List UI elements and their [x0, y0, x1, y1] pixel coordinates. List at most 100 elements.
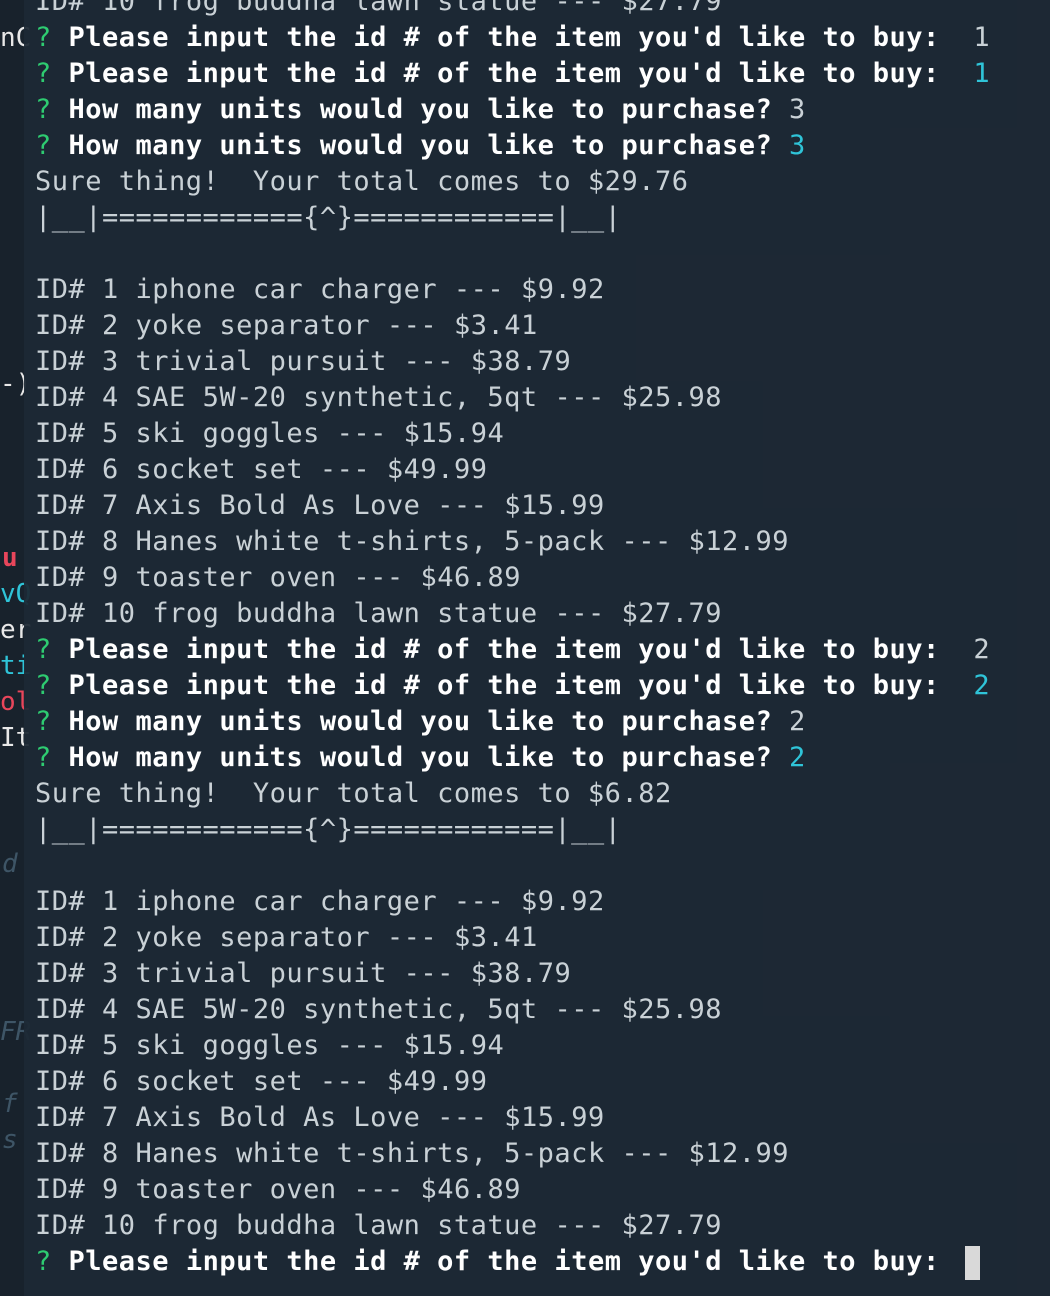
text-cursor[interactable] [964, 1245, 980, 1280]
product-name: Hanes white t-shirts, 5-pack [135, 1138, 605, 1169]
confirmed-answer: 2 [789, 742, 806, 773]
separator: --- [437, 1102, 488, 1133]
editor-fragment: s [2, 1125, 18, 1155]
product-price: $49.99 [386, 1066, 488, 1097]
product-name: Axis Bold As Love [135, 1102, 421, 1133]
prompt-text: How many units would you like to purchas… [68, 94, 773, 125]
product-id: ID# 3 [35, 958, 119, 989]
prompt-line: ? Please input the id # of the item you'… [35, 20, 990, 56]
separator: --- [336, 418, 387, 449]
separator: --- [386, 922, 438, 953]
terminal-output: ID# 10 frog buddha lawn statue --- $27.7… [35, 0, 990, 1280]
product-name: iphone car charger [135, 274, 438, 305]
separator: --- [554, 598, 605, 629]
product-price: $49.99 [386, 454, 488, 485]
product-line: ID# 7 Axis Bold As Love --- $15.99 [35, 488, 990, 524]
separator: --- [336, 1030, 387, 1061]
editor-fragment: d [2, 849, 18, 879]
question-mark-icon: ? [35, 670, 52, 701]
prompt-line: ? How many units would you like to purch… [35, 128, 990, 164]
separator: --- [554, 1210, 605, 1241]
product-line: ID# 1 iphone car charger --- $9.92 [35, 884, 990, 920]
prompt-text: Please input the id # of the item you'd … [68, 22, 940, 53]
product-line: ID# 4 SAE 5W-20 synthetic, 5qt --- $25.9… [35, 380, 990, 416]
product-line: ID# 6 socket set --- $49.99 [35, 1064, 990, 1100]
prompt-line: ? How many units would you like to purch… [35, 740, 990, 776]
question-mark-icon: ? [35, 742, 52, 773]
question-mark-icon: ? [35, 22, 52, 53]
product-price: $38.79 [470, 958, 572, 989]
product-line: ID# 8 Hanes white t-shirts, 5-pack --- $… [35, 524, 990, 560]
product-id: ID# 1 [35, 886, 119, 917]
product-id: ID# 5 [35, 1030, 119, 1061]
prompt-text: How many units would you like to purchas… [68, 706, 773, 737]
separator: --- [621, 1138, 672, 1169]
question-mark-icon: ? [35, 634, 52, 665]
separator: --- [386, 310, 438, 341]
terminal-window[interactable]: ID# 10 frog buddha lawn statue --- $27.7… [24, 0, 1050, 1296]
product-id: ID# 7 [35, 490, 119, 521]
product-line: ID# 9 toaster oven --- $46.89 [35, 1172, 990, 1208]
product-id: ID# 10 [35, 0, 136, 17]
prompt-text: Please input the id # of the item you'd … [68, 1246, 940, 1277]
product-line: ID# 3 trivial pursuit --- $38.79 [35, 956, 990, 992]
product-price: $3.41 [453, 922, 538, 953]
editor-fragment: f [2, 1089, 18, 1119]
product-price: $25.98 [621, 382, 723, 413]
typed-answer: 2 [789, 706, 806, 737]
product-id: ID# 6 [35, 1066, 119, 1097]
product-name: toaster oven [135, 1174, 337, 1205]
product-line: ID# 3 trivial pursuit --- $38.79 [35, 344, 990, 380]
product-name: frog buddha lawn statue [152, 598, 538, 629]
product-line: ID# 4 SAE 5W-20 synthetic, 5qt --- $25.9… [35, 992, 990, 1028]
product-name: ski goggles [135, 1030, 320, 1061]
product-name: Axis Bold As Love [135, 490, 421, 521]
product-id: ID# 3 [35, 346, 119, 377]
product-price: $38.79 [470, 346, 572, 377]
prompt-text: How many units would you like to purchas… [68, 130, 773, 161]
product-id: ID# 10 [35, 598, 136, 629]
separator: --- [554, 994, 605, 1025]
product-price: $15.99 [504, 490, 605, 521]
separator: --- [437, 490, 488, 521]
separator: --- [453, 886, 505, 917]
product-price: $12.99 [688, 1138, 790, 1169]
product-line: ID# 10 frog buddha lawn statue --- $27.7… [35, 0, 990, 20]
product-list: ID# 1 iphone car charger --- $9.92 ID# 2 … [35, 272, 990, 632]
product-name: socket set [135, 1066, 304, 1097]
active-prompt-line[interactable]: ? Please input the id # of the item you'… [35, 1244, 990, 1280]
product-line: ID# 1 iphone car charger --- $9.92 [35, 272, 990, 308]
separator: --- [319, 1066, 371, 1097]
product-price: $9.92 [520, 274, 605, 305]
product-price: $15.94 [403, 418, 505, 449]
product-price: $27.79 [621, 598, 723, 629]
prompt-text: How many units would you like to purchas… [68, 742, 773, 773]
product-line: ID# 10 frog buddha lawn statue --- $27.7… [35, 1208, 990, 1244]
separator: --- [403, 346, 454, 377]
confirmed-answer: 3 [789, 130, 806, 161]
product-name: trivial pursuit [135, 346, 387, 377]
product-price: $25.98 [621, 994, 723, 1025]
product-line: ID# 6 socket set --- $49.99 [35, 452, 990, 488]
question-mark-icon: ? [35, 94, 52, 125]
product-price: $9.92 [520, 886, 605, 917]
divider-line: |__|============{^}============|__| [35, 202, 622, 233]
result-line: Sure thing! Your total comes to $29.76 [35, 166, 689, 197]
divider-line: |__|============{^}============|__| [35, 814, 622, 845]
prompt-text: Please input the id # of the item you'd … [68, 634, 940, 665]
product-id: ID# 2 [35, 310, 119, 341]
product-line: ID# 8 Hanes white t-shirts, 5-pack --- $… [35, 1136, 990, 1172]
product-price: $27.79 [621, 0, 723, 17]
typed-answer: 1 [973, 22, 991, 53]
prompt-text: Please input the id # of the item you'd … [68, 670, 940, 701]
product-id: ID# 2 [35, 922, 119, 953]
separator: --- [353, 562, 404, 593]
prompt-line: ? Please input the id # of the item you'… [35, 56, 990, 92]
product-id: ID# 4 [35, 382, 119, 413]
product-line: ID# 7 Axis Bold As Love --- $15.99 [35, 1100, 990, 1136]
product-name: iphone car charger [135, 886, 438, 917]
prompt-line: ? How many units would you like to purch… [35, 92, 990, 128]
product-name: Hanes white t-shirts, 5-pack [135, 526, 605, 557]
prompt-line: ? Please input the id # of the item you'… [35, 668, 990, 704]
